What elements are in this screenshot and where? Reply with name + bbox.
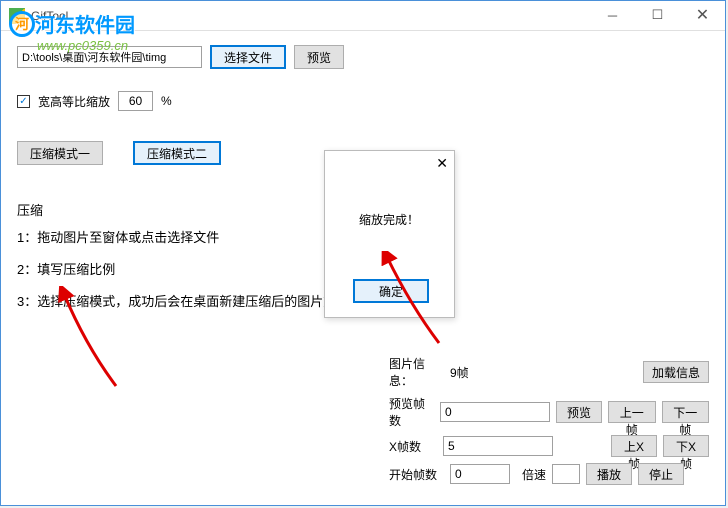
minimize-button[interactable]: ─ (590, 1, 635, 29)
image-info-value: 9帧 (450, 364, 560, 381)
path-row: 选择文件 预览 (17, 45, 709, 69)
compress-mode-1-button[interactable]: 压缩模式一 (17, 141, 103, 165)
x-frames-input[interactable] (443, 436, 553, 456)
start-frame-input[interactable] (450, 464, 510, 484)
load-info-button[interactable]: 加载信息 (643, 361, 709, 383)
up-x-frame-button[interactable]: 上X帧 (611, 435, 657, 457)
app-icon (9, 8, 25, 24)
dialog-close-icon[interactable]: ✕ (436, 155, 448, 172)
prev-frame-button[interactable]: 上一帧 (608, 401, 655, 423)
aspect-ratio-checkbox[interactable]: ✓ (17, 95, 30, 108)
preview-frames-row: 预览帧数 预览 上一帧 下一帧 (389, 395, 709, 429)
maximize-button[interactable]: ☐ (635, 1, 680, 29)
message-dialog: ✕ 缩放完成！ 确定 (324, 150, 455, 318)
scale-row: ✓ 宽高等比缩放 % (17, 91, 709, 111)
scale-unit: % (161, 94, 172, 108)
path-input[interactable] (17, 46, 202, 68)
start-frame-row: 开始帧数 倍速 播放 停止 (389, 463, 709, 485)
select-file-button[interactable]: 选择文件 (210, 45, 286, 69)
x-frames-row: X帧数 上X帧 下X帧 (389, 435, 709, 457)
scale-label: 宽高等比缩放 (38, 93, 110, 110)
next-frame-button[interactable]: 下一帧 (662, 401, 709, 423)
dialog-ok-button[interactable]: 确定 (353, 279, 429, 303)
speed-input[interactable] (552, 464, 580, 484)
x-frames-label: X帧数 (389, 438, 437, 455)
scale-value-input[interactable] (118, 91, 153, 111)
preview-frames-label: 预览帧数 (389, 395, 434, 429)
play-button[interactable]: 播放 (586, 463, 632, 485)
compress-mode-2-button[interactable]: 压缩模式二 (133, 141, 221, 165)
main-window: GifTool ─ ☐ ✕ 河 河东软件园 www.pc0359.cn 选择文件… (0, 0, 726, 506)
bottom-panel: 图片信息： 9帧 加载信息 预览帧数 预览 上一帧 下一帧 X帧数 上X帧 下X… (389, 355, 709, 491)
start-frame-label: 开始帧数 (389, 466, 444, 483)
down-x-frame-button[interactable]: 下X帧 (663, 435, 709, 457)
image-info-label: 图片信息： (389, 355, 444, 389)
content-area: 选择文件 预览 ✓ 宽高等比缩放 % 压缩模式一 压缩模式二 压缩 1：拖动图片… (1, 31, 725, 505)
window-title: GifTool (31, 9, 68, 23)
stop-button[interactable]: 停止 (638, 463, 684, 485)
preview-frames-input[interactable] (440, 402, 550, 422)
window-controls: ─ ☐ ✕ (590, 1, 725, 29)
close-button[interactable]: ✕ (680, 1, 725, 29)
speed-label: 倍速 (516, 466, 546, 483)
preview-frames-button[interactable]: 预览 (556, 401, 602, 423)
dialog-message: 缩放完成！ (359, 211, 419, 228)
image-info-row: 图片信息： 9帧 加载信息 (389, 355, 709, 389)
preview-button[interactable]: 预览 (294, 45, 344, 69)
titlebar: GifTool ─ ☐ ✕ (1, 1, 725, 31)
